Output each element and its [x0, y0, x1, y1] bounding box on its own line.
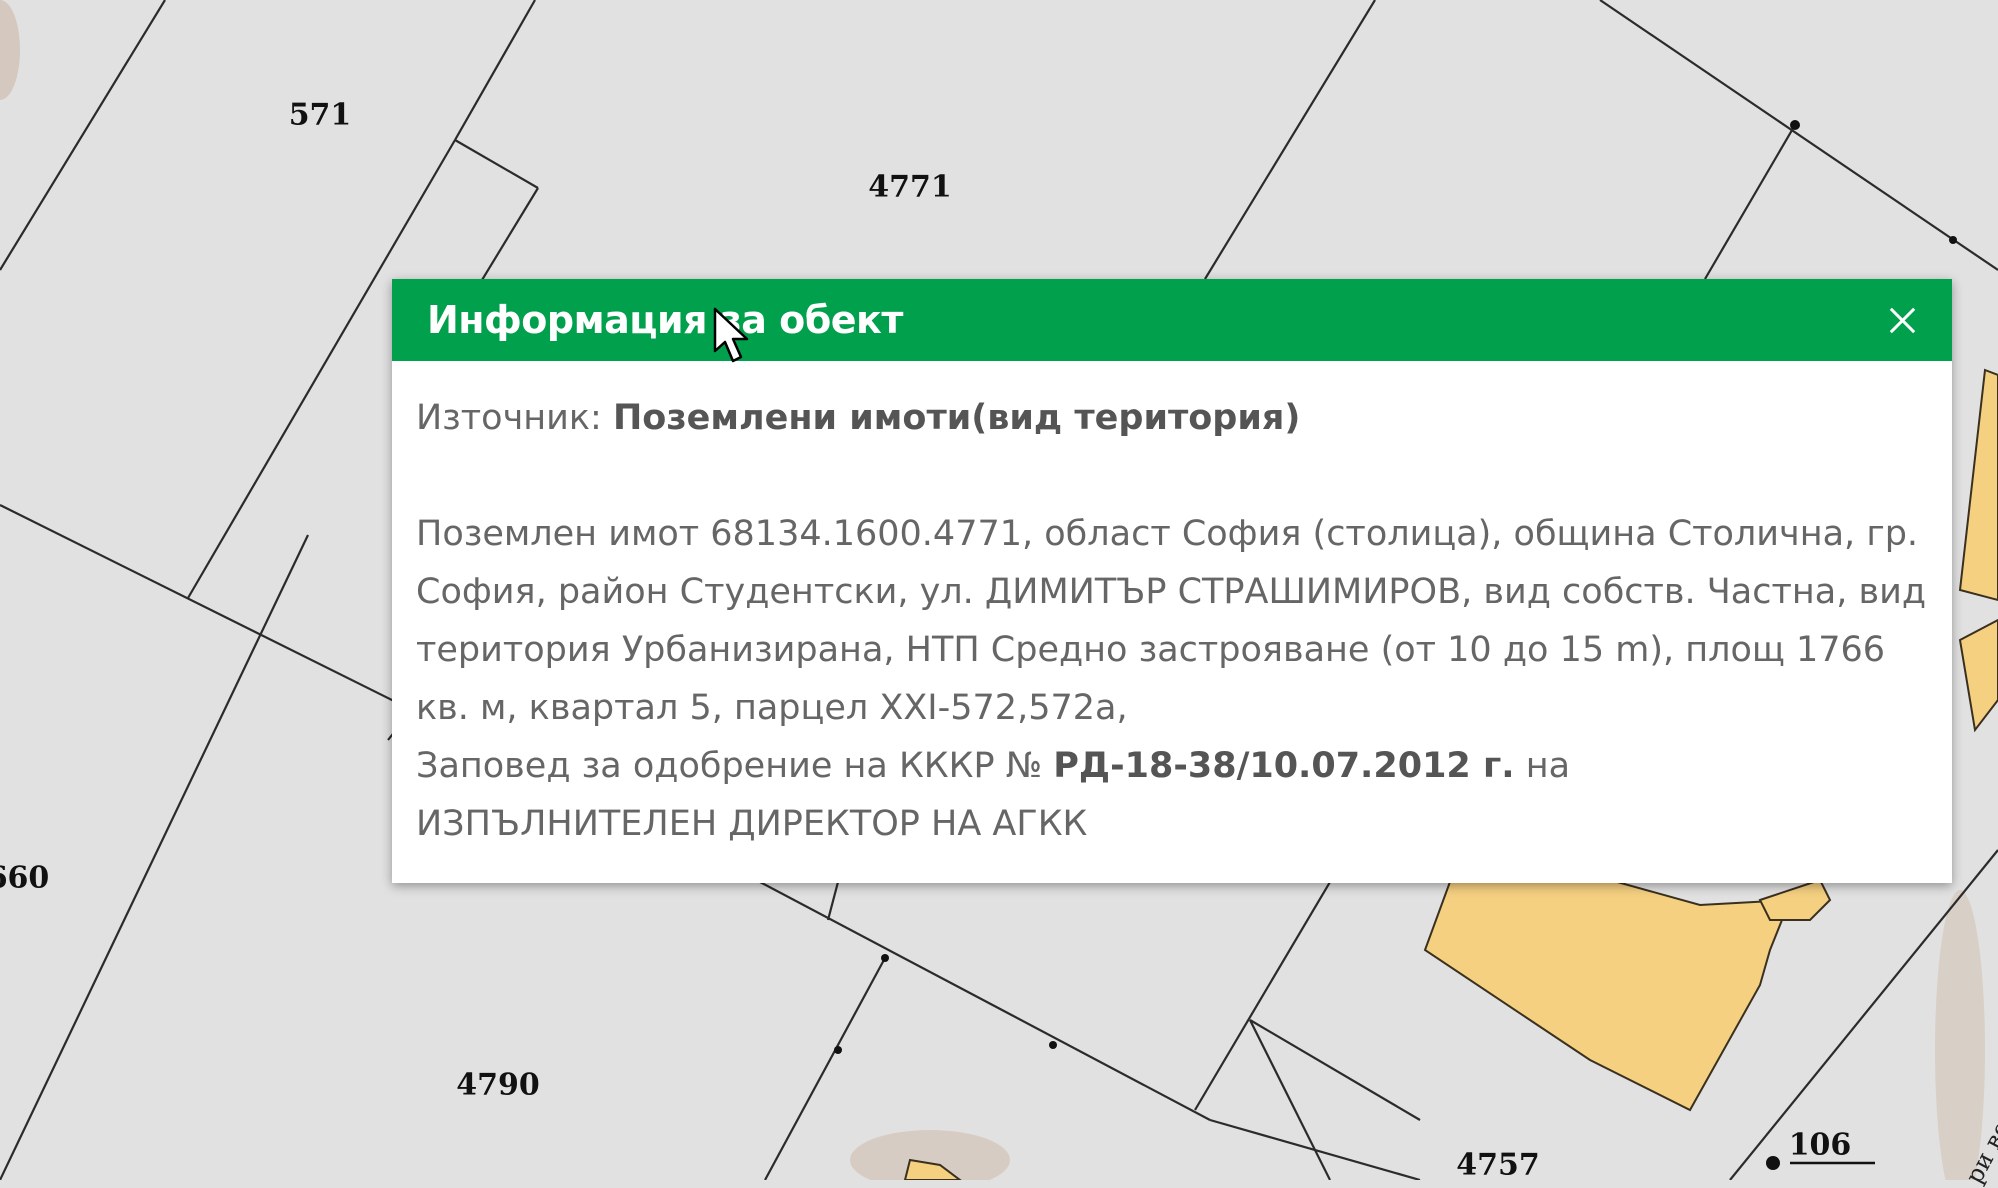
object-info-popup: Информация за обект Източник: Поземлени …	[392, 279, 1952, 883]
parcel-label: 571	[288, 97, 352, 133]
order-number: РД-18-38/10.07.2012 г.	[1053, 746, 1515, 786]
source-label: Източник:	[416, 398, 602, 438]
order-prefix: Заповед за одобрение на КККР №	[416, 746, 1043, 786]
parcel-label: 660	[0, 860, 50, 896]
parcel-label: 4790	[456, 1067, 540, 1103]
parcel-label: 4771	[868, 169, 952, 205]
source-value: Поземлени имоти(вид територия)	[612, 398, 1301, 438]
parcel-description: Поземлен имот 68134.1600.4771, област Со…	[416, 514, 1927, 728]
order-suffix: на	[1525, 746, 1571, 786]
parcel-label: 4757	[1456, 1147, 1540, 1183]
popup-title: Информация за обект	[427, 298, 903, 342]
approval-order: Заповед за одобрение на КККР № РД-18-38/…	[416, 737, 1928, 795]
parcel-label: 106	[1788, 1127, 1852, 1163]
close-icon[interactable]	[1882, 300, 1922, 340]
order-authority: ИЗПЪЛНИТЕЛЕН ДИРЕКТОР НА АГКК	[416, 804, 1088, 844]
popup-body: Източник: Поземлени имоти(вид територия)…	[392, 361, 1952, 883]
source-line: Източник: Поземлени имоти(вид територия)	[416, 389, 1928, 447]
popup-header: Информация за обект	[392, 279, 1952, 361]
mouse-cursor-icon	[713, 307, 749, 363]
